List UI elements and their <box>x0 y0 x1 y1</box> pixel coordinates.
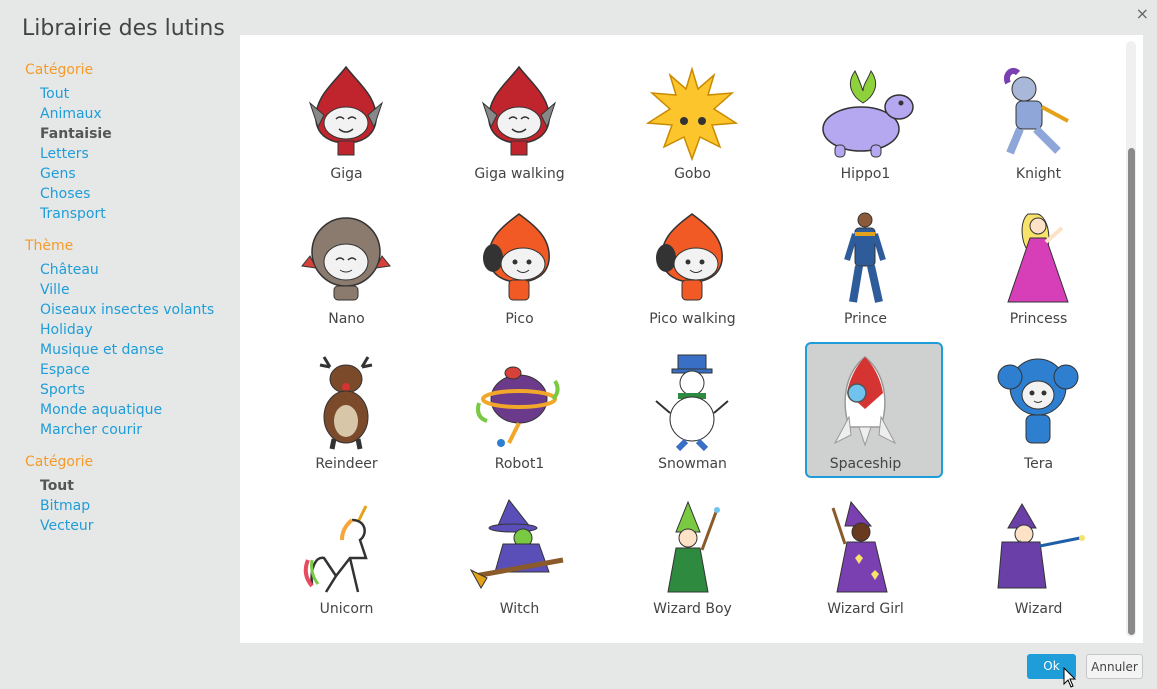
sprite-library-panel: Giga Giga walking Gobo Hippo1 Knight Nan… <box>240 35 1143 643</box>
sidebar-item-vecteur[interactable]: Vecteur <box>25 516 235 536</box>
sprite-tile-spaceship[interactable]: Spaceship <box>779 342 952 490</box>
sidebar-item-oiseaux-insectes-volants[interactable]: Oiseaux insectes volants <box>25 300 235 320</box>
sidebar-item-choses[interactable]: Choses <box>25 184 235 204</box>
close-icon[interactable]: × <box>1136 4 1149 23</box>
sidebar-section-heading: Catégorie <box>25 454 94 470</box>
sprite-tile-wizard[interactable]: Wizard <box>952 490 1125 635</box>
sidebar-item-tout[interactable]: Tout <box>25 84 235 104</box>
sprite-name: Giga walking <box>474 166 565 182</box>
sprite-tile-witch[interactable]: Witch <box>433 490 606 635</box>
sprite-tile-wizard-boy[interactable]: Wizard Boy <box>606 490 779 635</box>
sprite-name: Giga <box>330 166 363 182</box>
sprite-grid: Giga Giga walking Gobo Hippo1 Knight Nan… <box>260 55 1125 635</box>
sprite-tile-giga-walking[interactable]: Giga walking <box>433 55 606 200</box>
sprite-name: Robot1 <box>494 456 545 472</box>
sprite-name: Knight <box>1015 166 1062 182</box>
sprite-name: Gobo <box>674 166 711 182</box>
princess-sprite-icon <box>988 208 1088 308</box>
sprite-name: Wizard Girl <box>827 601 904 617</box>
sidebar-item-espace[interactable]: Espace <box>25 360 235 380</box>
wizard-boy-sprite-icon <box>642 498 742 598</box>
sprite-name: Pico walking <box>649 311 736 327</box>
sidebar-item-tout[interactable]: Tout <box>25 476 235 496</box>
sprite-name: Tera <box>1023 456 1054 472</box>
cancel-button[interactable]: Annuler <box>1086 654 1143 679</box>
nano-sprite-icon <box>296 208 396 308</box>
sprite-name: Wizard <box>1014 601 1063 617</box>
sidebar-section-heading: Catégorie <box>25 62 94 78</box>
sidebar-item-musique-et-danse[interactable]: Musique et danse <box>25 340 235 360</box>
pico-sprite-icon <box>469 208 569 308</box>
sidebar-item-ville[interactable]: Ville <box>25 280 235 300</box>
witch-sprite-icon <box>469 498 569 598</box>
sidebar: Catégorie Tout Animaux Fantaisie Letters Gens… <box>25 62 235 550</box>
reindeer-sprite-icon <box>296 353 396 453</box>
scrollbar-thumb[interactable] <box>1128 148 1135 635</box>
sidebar-item-transport[interactable]: Transport <box>25 204 235 224</box>
tera-sprite-icon <box>988 353 1088 453</box>
sidebar-item-sports[interactable]: Sports <box>25 380 235 400</box>
sidebar-section-heading: Thème <box>25 238 74 254</box>
sprite-tile-nano[interactable]: Nano <box>260 200 433 345</box>
gobo-sprite-icon <box>642 63 742 163</box>
wizard-sprite-icon <box>988 498 1088 598</box>
sprite-tile-gobo[interactable]: Gobo <box>606 55 779 200</box>
sidebar-item-monde-aquatique[interactable]: Monde aquatique <box>25 400 235 420</box>
sidebar-section: Thème Château Ville Oiseaux insectes volant… <box>25 238 235 440</box>
sidebar-item-marcher-courir[interactable]: Marcher courir <box>25 420 235 440</box>
spaceship-sprite-icon <box>815 353 915 453</box>
sprite-tile-wizard-girl[interactable]: Wizard Girl <box>779 490 952 635</box>
sidebar-section: Catégorie Tout Bitmap Vecteur <box>25 454 235 536</box>
sprite-name: Princess <box>1009 311 1068 327</box>
sprite-tile-robot1[interactable]: Robot1 <box>433 345 606 490</box>
sprite-tile-knight[interactable]: Knight <box>952 55 1125 200</box>
sidebar-item-château[interactable]: Château <box>25 260 235 280</box>
knight-sprite-icon <box>988 63 1088 163</box>
sprite-name: Hippo1 <box>840 166 891 182</box>
giga-sprite-icon <box>296 63 396 163</box>
sprite-tile-princess[interactable]: Princess <box>952 200 1125 345</box>
sidebar-item-bitmap[interactable]: Bitmap <box>25 496 235 516</box>
sprite-name: Witch <box>499 601 540 617</box>
sprite-name: Prince <box>843 311 888 327</box>
sprite-name: Pico <box>505 311 534 327</box>
mouse-cursor-icon <box>1063 667 1077 688</box>
dialog-title: Librairie des lutins <box>22 16 225 41</box>
sprite-tile-prince[interactable]: Prince <box>779 200 952 345</box>
giga-walking-sprite-icon <box>469 63 569 163</box>
sprite-name: Wizard Boy <box>653 601 732 617</box>
sprite-tile-pico[interactable]: Pico <box>433 200 606 345</box>
sprite-tile-reindeer[interactable]: Reindeer <box>260 345 433 490</box>
sidebar-section: Catégorie Tout Animaux Fantaisie Letters Gens… <box>25 62 235 224</box>
sprite-tile-tera[interactable]: Tera <box>952 345 1125 490</box>
sidebar-item-holiday[interactable]: Holiday <box>25 320 235 340</box>
sidebar-item-letters[interactable]: Letters <box>25 144 235 164</box>
sprite-tile-snowman[interactable]: Snowman <box>606 345 779 490</box>
sprite-tile-giga[interactable]: Giga <box>260 55 433 200</box>
sprite-name: Unicorn <box>319 601 374 617</box>
sprite-name: Reindeer <box>315 456 378 472</box>
prince-sprite-icon <box>815 208 915 308</box>
sprite-name: Snowman <box>658 456 727 472</box>
sprite-tile-pico-walking[interactable]: Pico walking <box>606 200 779 345</box>
sidebar-item-animaux[interactable]: Animaux <box>25 104 235 124</box>
pico-walking-sprite-icon <box>642 208 742 308</box>
unicorn-sprite-icon <box>296 498 396 598</box>
sprite-tile-hippo1[interactable]: Hippo1 <box>779 55 952 200</box>
sprite-tile-unicorn[interactable]: Unicorn <box>260 490 433 635</box>
robot-sprite-icon <box>469 353 569 453</box>
sidebar-item-gens[interactable]: Gens <box>25 164 235 184</box>
snowman-sprite-icon <box>642 353 742 453</box>
hippo-sprite-icon <box>815 63 915 163</box>
wizard-girl-sprite-icon <box>815 498 915 598</box>
sidebar-item-fantaisie[interactable]: Fantaisie <box>25 124 235 144</box>
sprite-name: Nano <box>328 311 365 327</box>
sprite-name: Spaceship <box>829 456 902 472</box>
